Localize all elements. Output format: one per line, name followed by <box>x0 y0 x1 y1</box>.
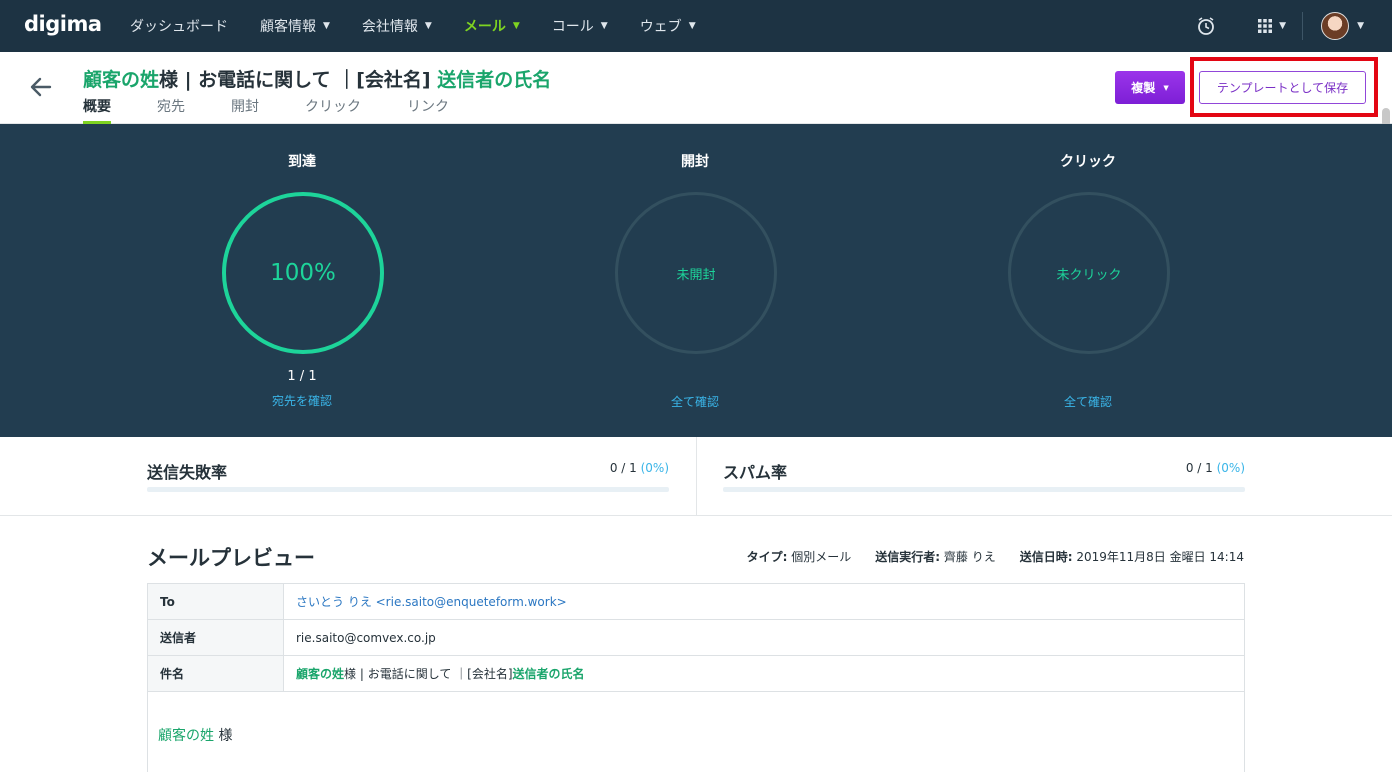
rate-progress-bar <box>723 487 1245 492</box>
delivered-ring: 100% <box>222 192 384 354</box>
stat-label: 開封 <box>681 154 709 170</box>
page-header: 顧客の姓様 | お電話に関して ｜[会社名] 送信者の氏名 概要 宛先 開封 ク… <box>0 52 1392 382</box>
stat-clicked: クリック 未クリック 全て確認 <box>988 124 1188 409</box>
apps-grid-icon <box>1258 19 1273 33</box>
stat-value: 100% <box>270 260 336 286</box>
tab-overview[interactable]: 概要 <box>83 96 111 124</box>
digima-logo[interactable]: digima <box>24 12 102 36</box>
avatar <box>1321 12 1350 40</box>
clicked-ring: 未クリック <box>1008 192 1170 354</box>
duplicate-button[interactable]: 複製 ▼ <box>1115 71 1185 104</box>
to-address-link[interactable]: さいとう りえ <rie.saito@enqueteform.work> <box>284 584 1244 619</box>
table-row: 送信者 rie.saito@comvex.co.jp <box>148 620 1244 656</box>
apps-menu[interactable]: ▼ <box>1257 18 1286 34</box>
tab-clicks[interactable]: クリック <box>305 96 361 124</box>
view-all-clicks-link[interactable]: 全て確認 <box>988 393 1188 410</box>
opened-ring: 未開封 <box>615 192 777 354</box>
row-key: 送信者 <box>148 620 284 655</box>
chevron-down-icon: ▼ <box>688 21 696 31</box>
divider <box>696 437 697 516</box>
nav-call[interactable]: コール ▼ <box>536 0 624 52</box>
stat-label: 到達 <box>288 154 316 170</box>
stats-panel: 到達 100% 1 / 1 宛先を確認 開封 未開封 全て確認 クリック 未クリ… <box>0 124 1392 437</box>
tab-links[interactable]: リンク <box>407 96 449 124</box>
stat-value: 未開封 <box>676 267 716 283</box>
rate-label: 送信失敗率 <box>147 463 228 482</box>
back-arrow-icon[interactable] <box>28 74 54 100</box>
row-key: To <box>148 584 284 619</box>
chevron-down-icon: ▼ <box>1357 21 1364 31</box>
chevron-down-icon: ▼ <box>323 21 330 31</box>
mail-greeting: 顧客の姓 様 <box>158 728 233 744</box>
detail-tabs: 概要 宛先 開封 クリック リンク <box>83 96 495 124</box>
stat-count: 1 / 1 <box>287 369 317 384</box>
stat-value: 未クリック <box>1056 267 1122 283</box>
table-row: To さいとう りえ <rie.saito@enqueteform.work> <box>148 584 1244 620</box>
caret-down-icon: ▼ <box>1163 83 1169 92</box>
stat-label: クリック <box>1060 154 1116 170</box>
tab-opens[interactable]: 開封 <box>231 96 259 124</box>
table-row: 件名 顧客の姓様 | お電話に関して ｜[会社名] 送信者の氏名 <box>148 656 1244 692</box>
view-recipients-link[interactable]: 宛先を確認 <box>202 392 402 409</box>
save-as-template-button[interactable]: テンプレートとして保存 <box>1199 71 1366 104</box>
rate-value: 0 / 1 (0%) <box>609 461 669 475</box>
nav-dashboard[interactable]: ダッシュボード <box>114 0 244 52</box>
rate-label: スパム率 <box>723 463 788 482</box>
from-address: rie.saito@comvex.co.jp <box>296 630 436 645</box>
nav-companies[interactable]: 会社情報 ▼ <box>346 0 448 52</box>
mail-meta: タイプ: 個別メール 送信実行者: 齊藤 りえ 送信日時: 2019年11月8日 金… <box>747 548 1244 565</box>
meta-type: タイプ: 個別メール <box>746 550 852 564</box>
chevron-down-icon: ▼ <box>512 21 520 31</box>
main-menu: ダッシュボード 顧客情報 ▼ 会社情報 ▼ メール ▼ コール ▼ ウェブ ▼ <box>114 0 712 52</box>
row-key: 件名 <box>148 656 284 691</box>
stat-delivered: 到達 100% 1 / 1 宛先を確認 <box>202 124 402 408</box>
alarm-clock-icon[interactable] <box>1195 15 1217 37</box>
rate-progress-bar <box>147 487 669 492</box>
stat-opened: 開封 未開封 全て確認 <box>595 124 795 409</box>
mail-header-table: To さいとう りえ <rie.saito@enqueteform.work> … <box>147 583 1245 692</box>
rates-panel: 送信失敗率 0 / 1 (0%) スパム率 0 / 1 (0%) <box>0 437 1392 516</box>
tab-recipients[interactable]: 宛先 <box>157 96 185 124</box>
nav-customers[interactable]: 顧客情報 ▼ <box>244 0 346 52</box>
meta-sender: 送信実行者: 齊藤 りえ <box>875 550 996 564</box>
preview-title: メールプレビュー <box>147 546 315 570</box>
page-title: 顧客の姓様 | お電話に関して ｜[会社名] 送信者の氏名 <box>83 69 552 91</box>
meta-date: 送信日時: 2019年11月8日 金曜日 14:14 <box>1019 550 1244 564</box>
rate-value: 0 / 1 (0%) <box>1185 461 1245 475</box>
nav-mail[interactable]: メール ▼ <box>448 0 536 52</box>
nav-divider <box>1302 12 1304 40</box>
chevron-down-icon: ▼ <box>424 21 432 31</box>
mail-body: 顧客の姓 様 <box>147 691 1245 772</box>
chevron-down-icon: ▼ <box>1279 21 1287 31</box>
nav-web[interactable]: ウェブ ▼ <box>624 0 712 52</box>
subject-value: 顧客の姓様 | お電話に関して ｜[会社名] 送信者の氏名 <box>296 667 585 681</box>
user-menu[interactable]: ▼ <box>1321 12 1364 40</box>
chevron-down-icon: ▼ <box>600 21 608 31</box>
nav-right-tools: ▼ ▼ <box>1195 0 1392 52</box>
view-all-opens-link[interactable]: 全て確認 <box>595 393 795 410</box>
top-navbar: digima ダッシュボード 顧客情報 ▼ 会社情報 ▼ メール ▼ コール ▼ ウェブ… <box>0 0 1392 52</box>
